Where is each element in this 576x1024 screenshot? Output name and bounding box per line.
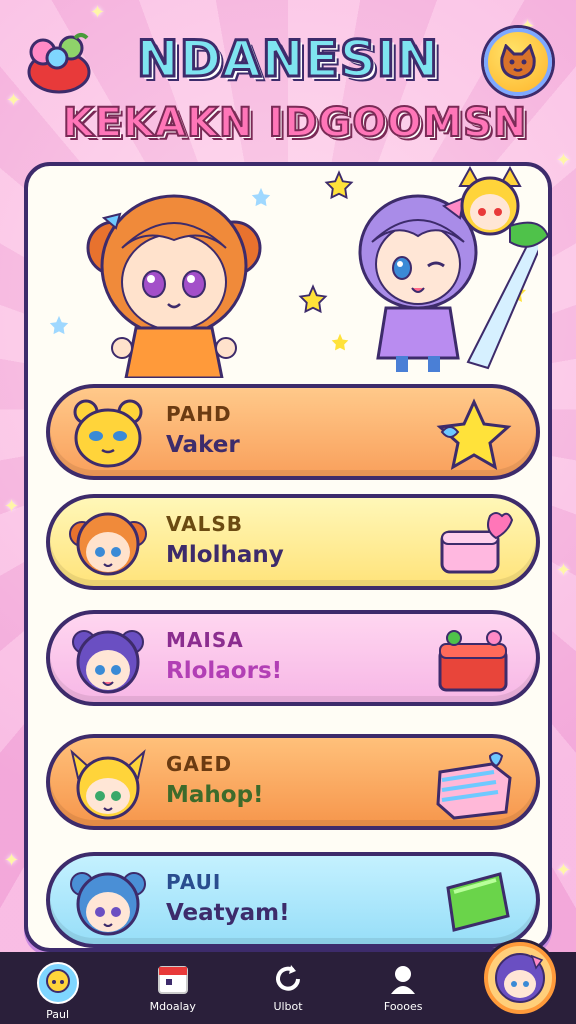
candy-box-icon <box>436 752 512 820</box>
entry-card[interactable]: VALSB Mlolhany <box>46 494 540 590</box>
fox-girl-avatar <box>70 749 146 820</box>
entry-name: MAISA <box>166 628 244 652</box>
nav-label: Paul <box>46 1008 70 1021</box>
sparkle-decoration: ✦ <box>556 560 572 581</box>
refresh-icon <box>276 965 300 991</box>
cake-box-icon <box>438 630 508 692</box>
nav-item-paul[interactable]: Paul <box>0 952 115 1024</box>
entry-status: Vaker <box>166 432 240 458</box>
friends-icon <box>391 966 416 994</box>
entry-card[interactable]: PAUI Veatyam! <box>46 852 540 948</box>
bear-face-icon <box>73 399 143 468</box>
nav-item-friends[interactable]: Foooes <box>346 952 461 1024</box>
calendar-icon <box>157 966 188 994</box>
game-subtitle: KEKAKN IDGOOMSN <box>62 99 528 147</box>
nav-label: Ulbot <box>273 1000 303 1013</box>
cat-face-icon <box>500 44 536 80</box>
sparkle-decoration: ✦ <box>556 860 572 881</box>
green-gem-icon <box>446 872 510 932</box>
sparkle-decoration: ✦ <box>4 496 20 517</box>
entry-name: PAUI <box>166 870 222 894</box>
profile-avatar-icon <box>495 953 545 1003</box>
entry-status: Veatyam! <box>166 900 290 926</box>
nav-item-refresh[interactable]: Ulbot <box>230 952 345 1024</box>
gift-box-icon <box>440 512 514 574</box>
game-title: NDANESIN <box>135 29 440 90</box>
fruit-basket-icon <box>20 28 98 98</box>
profile-button[interactable] <box>484 942 556 1014</box>
hero-illustration <box>28 166 548 378</box>
girl-orange-hair-avatar <box>69 512 147 576</box>
character-list-panel: PAHD Vaker VALSB Mlolhany MAISA Rlolaors… <box>24 162 552 952</box>
sparkle-decoration: ✦ <box>4 850 20 871</box>
girl-blue-hair-avatar <box>70 872 146 936</box>
entry-status: Mlolhany <box>166 542 284 568</box>
star-icon <box>298 284 328 314</box>
entry-status: Mahop! <box>166 782 264 808</box>
nav-item-calendar[interactable]: Mdoalay <box>115 952 230 1024</box>
entry-card[interactable]: GAED Mahop! <box>46 734 540 830</box>
entry-name: PAHD <box>166 402 232 426</box>
girl-purple-hair-avatar <box>72 630 144 694</box>
nav-label: Mdoalay <box>149 1000 196 1013</box>
orange-hair-girl-character <box>86 194 262 378</box>
entry-status: Rlolaors! <box>166 658 283 684</box>
nav-label: Foooes <box>383 1000 423 1013</box>
entry-name: VALSB <box>166 512 243 536</box>
fox-girl-mascot <box>458 166 548 248</box>
settings-button[interactable] <box>484 28 552 96</box>
entry-name: GAED <box>166 752 233 776</box>
entry-card[interactable]: PAHD Vaker <box>46 384 540 480</box>
avatar-icon <box>36 962 79 1004</box>
entry-card[interactable]: MAISA Rlolaors! <box>46 610 540 706</box>
header: NDANESIN KEKAKN IDGOOMSN <box>0 0 576 160</box>
star-icon <box>436 398 512 470</box>
star-icon <box>49 315 69 335</box>
